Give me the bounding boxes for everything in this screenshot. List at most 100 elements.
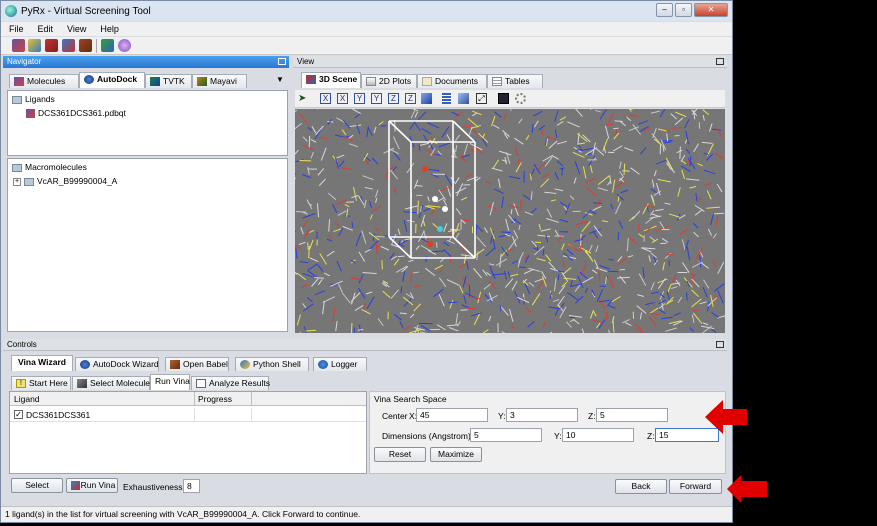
- column-header-progress[interactable]: Progress: [198, 394, 232, 404]
- center-x-input[interactable]: 45: [416, 408, 488, 422]
- tab-mayavi[interactable]: Mayavi: [192, 74, 247, 88]
- menu-file[interactable]: File: [9, 24, 24, 34]
- minimize-button[interactable]: –: [656, 3, 673, 17]
- tab-vina-wizard[interactable]: Vina Wizard: [11, 355, 73, 371]
- macromolecules-node[interactable]: Macromolecules: [12, 162, 87, 172]
- view-close-icon[interactable]: [716, 58, 724, 65]
- center-z-label: Z:: [588, 411, 596, 421]
- 2d-plots-icon: [366, 77, 376, 86]
- view-neg-x-icon[interactable]: X: [337, 93, 348, 104]
- isometric-view-icon[interactable]: [421, 93, 432, 104]
- tab-tvtk[interactable]: TVTK: [145, 74, 192, 88]
- run-vina-button[interactable]: Run Vina: [66, 478, 118, 493]
- macromolecule-icon[interactable]: [62, 39, 75, 52]
- tab-tables[interactable]: Tables: [487, 74, 543, 88]
- title-bar: PyRx - Virtual Screening Tool – ▫ ✕: [1, 1, 732, 21]
- reset-button[interactable]: Reset: [374, 447, 426, 462]
- dimensions-x-input[interactable]: 5: [470, 428, 542, 442]
- view-tabs: 3D Scene 2D Plots Documents Tables: [295, 72, 725, 88]
- tab-open-babel[interactable]: Open Babel: [165, 357, 229, 371]
- view-neg-z-icon[interactable]: Z: [405, 93, 416, 104]
- center-y-input[interactable]: 3: [506, 408, 578, 422]
- folder-icon: [12, 163, 22, 172]
- load-ligand-icon[interactable]: [45, 39, 58, 52]
- ligands-node[interactable]: Ligands: [12, 94, 55, 104]
- view-x-icon[interactable]: X: [320, 93, 331, 104]
- expand-icon[interactable]: +: [13, 177, 21, 186]
- menu-edit[interactable]: Edit: [38, 24, 54, 34]
- tab-2d-plots[interactable]: 2D Plots: [361, 74, 417, 88]
- mayavi-icon: [197, 77, 207, 86]
- ligand-item[interactable]: DCS361DCS361.pdbqt: [26, 108, 126, 119]
- toolbar-separator: [96, 39, 97, 53]
- load-molecule-icon[interactable]: [12, 39, 25, 52]
- center-label: Center: [382, 411, 408, 421]
- subtab-run-vina[interactable]: Run Vina: [150, 374, 190, 390]
- center-z-input[interactable]: 5: [596, 408, 668, 422]
- maximize-window-button[interactable]: ▫: [675, 3, 692, 17]
- info-icon: !: [16, 379, 26, 388]
- vina-subtabs: ! Start Here Select Molecules Run Vina An…: [7, 374, 727, 390]
- forward-button[interactable]: Forward: [669, 479, 722, 494]
- fullscreen-icon[interactable]: ⤢: [476, 93, 487, 104]
- tabs-dropdown-icon[interactable]: ▼: [276, 75, 284, 84]
- toggle-axes-icon[interactable]: [458, 93, 469, 104]
- molecules-icon: [14, 77, 24, 86]
- macromolecule-item[interactable]: + VcAR_B99990004_A: [13, 176, 117, 186]
- tab-logger[interactable]: Logger: [313, 357, 367, 371]
- ligand-file-icon: [26, 109, 35, 119]
- tab-documents[interactable]: Documents: [417, 74, 487, 88]
- close-window-button[interactable]: ✕: [694, 3, 728, 17]
- load-python-icon[interactable]: [28, 39, 41, 52]
- 3d-scene-viewport[interactable]: [295, 109, 725, 333]
- parallel-projection-icon[interactable]: [442, 93, 451, 104]
- macromolecules-tree: Macromolecules + VcAR_B99990004_A: [7, 158, 288, 332]
- status-bar: 1 ligand(s) in the list for virtual scre…: [1, 506, 732, 522]
- tab-3d-scene[interactable]: 3D Scene: [301, 72, 361, 88]
- navigator-header: Navigator: [3, 56, 289, 68]
- vina-search-space-panel: Vina Search Space Center X: 45 Y: 3 Z: 5…: [369, 391, 726, 474]
- pointer-icon[interactable]: ➤: [298, 93, 310, 105]
- table-row[interactable]: ✓ DCS361DCS361: [10, 408, 366, 422]
- folder-icon: [24, 177, 34, 186]
- view-neg-y-icon[interactable]: Y: [371, 93, 382, 104]
- back-button[interactable]: Back: [615, 479, 667, 494]
- tools-icon: [77, 379, 87, 388]
- tab-python-shell[interactable]: Python Shell: [235, 357, 309, 371]
- ligand-checkbox[interactable]: ✓: [14, 410, 23, 419]
- exhaustiveness-input[interactable]: 8: [183, 479, 200, 493]
- python-icon: [240, 360, 250, 369]
- dimensions-y-input[interactable]: 10: [562, 428, 634, 442]
- maximize-button[interactable]: Maximize: [430, 447, 482, 462]
- controls-close-icon[interactable]: [716, 341, 724, 348]
- menu-view[interactable]: View: [67, 24, 86, 34]
- menu-help[interactable]: Help: [100, 24, 119, 34]
- subtab-start-here[interactable]: ! Start Here: [11, 376, 71, 390]
- subtab-select-molecules[interactable]: Select Molecules: [72, 376, 154, 390]
- tab-autodock[interactable]: AutoDock: [79, 72, 145, 88]
- tab-autodock-wizard[interactable]: AutoDock Wizard: [75, 357, 159, 371]
- annotation-arrow-search-space: [705, 400, 747, 434]
- dock-icon[interactable]: [101, 39, 114, 52]
- navigator-close-icon[interactable]: [278, 58, 286, 65]
- column-header-ligand[interactable]: Ligand: [14, 394, 40, 404]
- tab-molecules[interactable]: Molecules: [9, 74, 79, 88]
- save-image-icon[interactable]: [498, 93, 509, 104]
- view-z-icon[interactable]: Z: [388, 93, 399, 104]
- table-header: Ligand Progress: [10, 392, 366, 406]
- ligands-tree: Ligands DCS361DCS361.pdbqt: [7, 90, 288, 156]
- dimensions-y-label: Y:: [554, 431, 562, 441]
- dimensions-z-label: Z:: [647, 431, 655, 441]
- ligand-tools-icon[interactable]: [79, 39, 92, 52]
- settings-icon[interactable]: [515, 93, 526, 104]
- search-space-title: Vina Search Space: [374, 394, 447, 404]
- folder-icon: [12, 95, 22, 104]
- autodock-icon: [84, 75, 94, 84]
- select-button[interactable]: Select: [11, 478, 63, 493]
- subtab-analyze-results[interactable]: Analyze Results: [191, 376, 270, 390]
- navigator-title: Navigator: [7, 57, 42, 66]
- exhaustiveness-label: Exhaustiveness:: [123, 482, 185, 492]
- view-y-icon[interactable]: Y: [354, 93, 365, 104]
- sphere-icon[interactable]: [118, 39, 131, 52]
- info-icon: [318, 360, 328, 369]
